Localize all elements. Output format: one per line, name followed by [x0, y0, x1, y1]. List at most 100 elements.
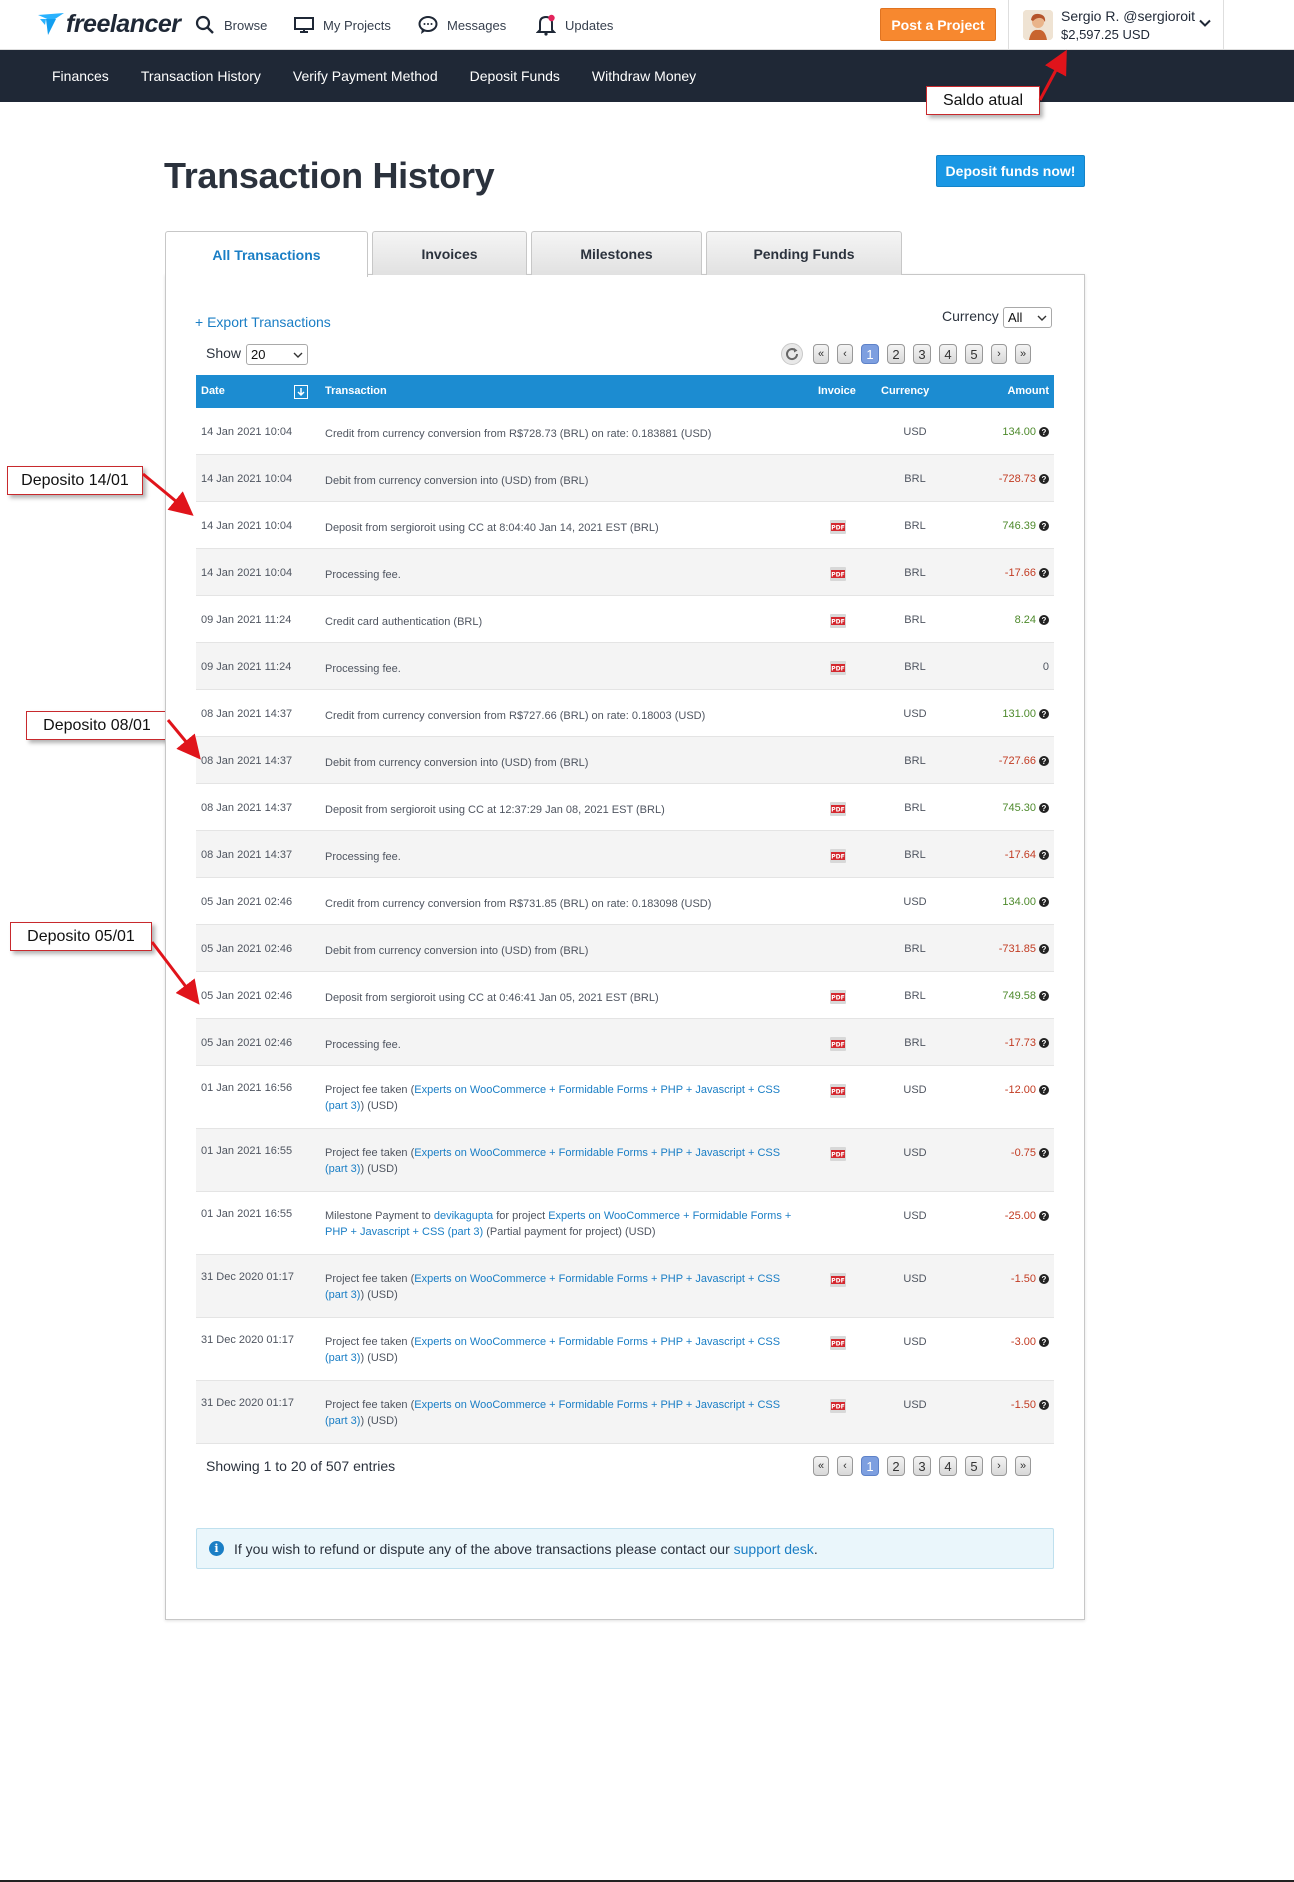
help-icon[interactable]: ?	[1039, 850, 1049, 860]
row-amount: -1.50?	[1011, 1399, 1049, 1411]
row-amount: -17.66?	[1005, 567, 1049, 579]
page-last[interactable]: »	[1015, 344, 1031, 364]
pdf-invoice-icon[interactable]: PDF	[830, 520, 846, 537]
page-1[interactable]: 1	[861, 1456, 879, 1476]
tab-milestones[interactable]: Milestones	[531, 231, 702, 275]
help-icon[interactable]: ?	[1039, 474, 1049, 484]
page-5[interactable]: 5	[965, 1456, 983, 1476]
row-date: 01 Jan 2021 16:55	[201, 1145, 293, 1157]
help-icon[interactable]: ?	[1039, 897, 1049, 907]
nav-updates[interactable]: Updates	[535, 0, 613, 50]
help-icon[interactable]: ?	[1039, 568, 1049, 578]
help-icon[interactable]: ?	[1039, 1337, 1049, 1347]
subnav-deposit-funds[interactable]: Deposit Funds	[470, 68, 560, 84]
table-row: 01 Jan 2021 16:55 Milestone Payment to de…	[196, 1192, 1054, 1255]
col-date[interactable]: Date	[201, 385, 225, 397]
page-first[interactable]: «	[813, 1456, 829, 1476]
tab-all-transactions[interactable]: All Transactions	[165, 231, 368, 277]
row-transaction: Processing fee.	[325, 851, 401, 863]
row-amount: 0	[1042, 661, 1049, 673]
nav-browse[interactable]: Browse	[194, 0, 267, 50]
pdf-invoice-icon[interactable]: PDF	[830, 1273, 846, 1290]
help-icon[interactable]: ?	[1039, 615, 1049, 625]
svg-text:PDF: PDF	[831, 1278, 844, 1285]
monitor-icon	[293, 14, 315, 36]
help-icon[interactable]: ?	[1039, 1211, 1049, 1221]
pdf-invoice-icon[interactable]: PDF	[830, 661, 846, 678]
nav-messages[interactable]: Messages	[417, 0, 506, 50]
help-icon[interactable]: ?	[1039, 1038, 1049, 1048]
row-date: 31 Dec 2020 01:17	[201, 1271, 294, 1283]
user-account-menu[interactable]: Sergio R. @sergioroit $2,597.25 USD	[1008, 0, 1224, 50]
page-4[interactable]: 4	[939, 344, 957, 364]
subnav-transaction-history[interactable]: Transaction History	[141, 68, 261, 84]
pdf-invoice-icon[interactable]: PDF	[830, 567, 846, 584]
sort-down-icon[interactable]	[294, 385, 308, 399]
pdf-invoice-icon[interactable]: PDF	[830, 802, 846, 819]
refresh-button[interactable]	[781, 343, 803, 365]
page-last[interactable]: »	[1015, 1456, 1031, 1476]
row-date: 31 Dec 2020 01:17	[201, 1334, 294, 1346]
row-currency: USD	[903, 1210, 927, 1222]
help-icon[interactable]: ?	[1039, 1400, 1049, 1410]
page-2[interactable]: 2	[887, 1456, 905, 1476]
tab-pending-funds[interactable]: Pending Funds	[706, 231, 902, 275]
help-icon[interactable]: ?	[1039, 1274, 1049, 1284]
help-icon[interactable]: ?	[1039, 1148, 1049, 1158]
subnav-verify-payment-method[interactable]: Verify Payment Method	[293, 68, 438, 84]
pdf-invoice-icon[interactable]: PDF	[830, 990, 846, 1007]
page-3[interactable]: 3	[913, 344, 931, 364]
pdf-invoice-icon[interactable]: PDF	[830, 1336, 846, 1353]
nav-my-projects-label: My Projects	[323, 17, 391, 33]
table-row: 05 Jan 2021 02:46 Credit from currency co…	[196, 878, 1054, 925]
row-transaction: Processing fee.	[325, 663, 401, 675]
pdf-invoice-icon[interactable]: PDF	[830, 849, 846, 866]
table-row: 05 Jan 2021 02:46 Debit from currency con…	[196, 925, 1054, 972]
deposit-funds-now-button[interactable]: Deposit funds now!	[936, 155, 1085, 187]
page-1[interactable]: 1	[861, 344, 879, 364]
transactions-table-body: 14 Jan 2021 10:04 Credit from currency co…	[196, 408, 1054, 1444]
subnav-withdraw-money[interactable]: Withdraw Money	[592, 68, 696, 84]
page-4[interactable]: 4	[939, 1456, 957, 1476]
pdf-invoice-icon[interactable]: PDF	[830, 1037, 846, 1054]
page-first[interactable]: «	[813, 344, 829, 364]
nav-my-projects[interactable]: My Projects	[293, 0, 391, 50]
show-entries-select[interactable]: 20	[246, 344, 308, 365]
help-icon[interactable]: ?	[1039, 1085, 1049, 1095]
page-prev[interactable]: ‹	[837, 344, 853, 364]
pdf-invoice-icon[interactable]: PDF	[830, 1147, 846, 1164]
help-icon[interactable]: ?	[1039, 803, 1049, 813]
page-next[interactable]: ›	[991, 344, 1007, 364]
pdf-invoice-icon[interactable]: PDF	[830, 1399, 846, 1416]
row-amount: -17.64?	[1005, 849, 1049, 861]
page-2[interactable]: 2	[887, 344, 905, 364]
table-row: 05 Jan 2021 02:46 Processing fee. PDF BRL -1…	[196, 1019, 1054, 1066]
help-icon[interactable]: ?	[1039, 944, 1049, 954]
row-date: 05 Jan 2021 02:46	[201, 943, 293, 955]
subnav-finances[interactable]: Finances	[52, 68, 109, 84]
help-icon[interactable]: ?	[1039, 521, 1049, 531]
tab-invoices[interactable]: Invoices	[372, 231, 527, 275]
post-project-button[interactable]: Post a Project	[880, 8, 996, 41]
show-label: Show	[206, 345, 242, 361]
user-link[interactable]: devikagupta	[434, 1210, 493, 1222]
currency-select[interactable]: All	[1003, 307, 1052, 328]
pdf-invoice-icon[interactable]: PDF	[830, 614, 846, 631]
export-transactions-link[interactable]: + Export Transactions	[195, 314, 331, 330]
help-icon[interactable]: ?	[1039, 991, 1049, 1001]
page-5[interactable]: 5	[965, 344, 983, 364]
pdf-invoice-icon[interactable]: PDF	[830, 1084, 846, 1101]
help-icon[interactable]: ?	[1039, 427, 1049, 437]
support-desk-link[interactable]: support desk	[734, 1541, 814, 1557]
freelancer-logo[interactable]: freelancer	[36, 9, 181, 39]
page-prev[interactable]: ‹	[837, 1456, 853, 1476]
row-currency: BRL	[904, 614, 926, 626]
currency-select-value: All	[1008, 310, 1023, 325]
row-date: 08 Jan 2021 14:37	[201, 708, 293, 720]
table-row: 08 Jan 2021 14:37 Processing fee. PDF BRL -1…	[196, 831, 1054, 878]
row-date: 09 Jan 2021 11:24	[201, 661, 292, 673]
help-icon[interactable]: ?	[1039, 709, 1049, 719]
help-icon[interactable]: ?	[1039, 756, 1049, 766]
page-3[interactable]: 3	[913, 1456, 931, 1476]
page-next[interactable]: ›	[991, 1456, 1007, 1476]
